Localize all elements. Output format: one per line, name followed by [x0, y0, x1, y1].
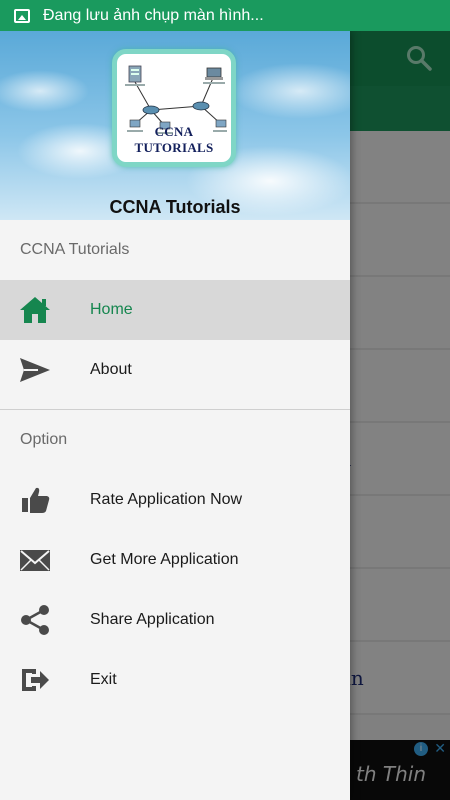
menu-item-label: Rate Application Now — [90, 491, 243, 508]
home-icon — [20, 297, 50, 323]
menu-item-label: Exit — [90, 671, 117, 688]
menu-item-label: Share Application — [90, 611, 215, 628]
drawer-header-title: CCNA Tutorials — [109, 197, 241, 217]
menu-item-label: Get More Application — [90, 551, 239, 568]
menu-item-about[interactable]: About — [0, 340, 350, 400]
share-icon — [21, 605, 49, 635]
send-icon — [20, 358, 50, 382]
app-logo: CCNA TUTORIALS — [112, 49, 236, 167]
status-bar: Đang lưu ảnh chụp màn hình... — [0, 0, 450, 31]
drawer-header: CCNA TUTORIALS CCNA Tutorials — [0, 31, 350, 220]
menu-item-share-application[interactable]: Share Application — [0, 590, 350, 650]
envelope-icon — [20, 550, 50, 571]
thumbs-up-icon — [22, 487, 50, 513]
menu-item-exit[interactable]: Exit — [0, 650, 350, 710]
menu-item-get-more-application[interactable]: Get More Application — [0, 530, 350, 590]
section-title: CCNA Tutorials — [20, 241, 130, 258]
menu-item-label: About — [90, 361, 132, 378]
menu-item-home[interactable]: Home — [0, 280, 350, 340]
drawer-menu: CCNA Tutorials Home About Option Rate Ap… — [0, 220, 350, 710]
menu-item-label: Home — [90, 301, 133, 318]
image-icon — [14, 8, 30, 23]
screen: Đang lưu ảnh chụp màn hình... ation with… — [0, 0, 450, 800]
logo-text: CCNA TUTORIALS — [134, 124, 214, 155]
exit-icon — [22, 669, 49, 691]
menu-item-rate-application[interactable]: Rate Application Now — [0, 470, 350, 530]
option-title: Option — [20, 431, 68, 448]
status-bar-text: Đang lưu ảnh chụp màn hình... — [43, 6, 264, 24]
navigation-drawer: CCNA TUTORIALS CCNA Tutorials CCNA Tutor… — [0, 31, 350, 800]
